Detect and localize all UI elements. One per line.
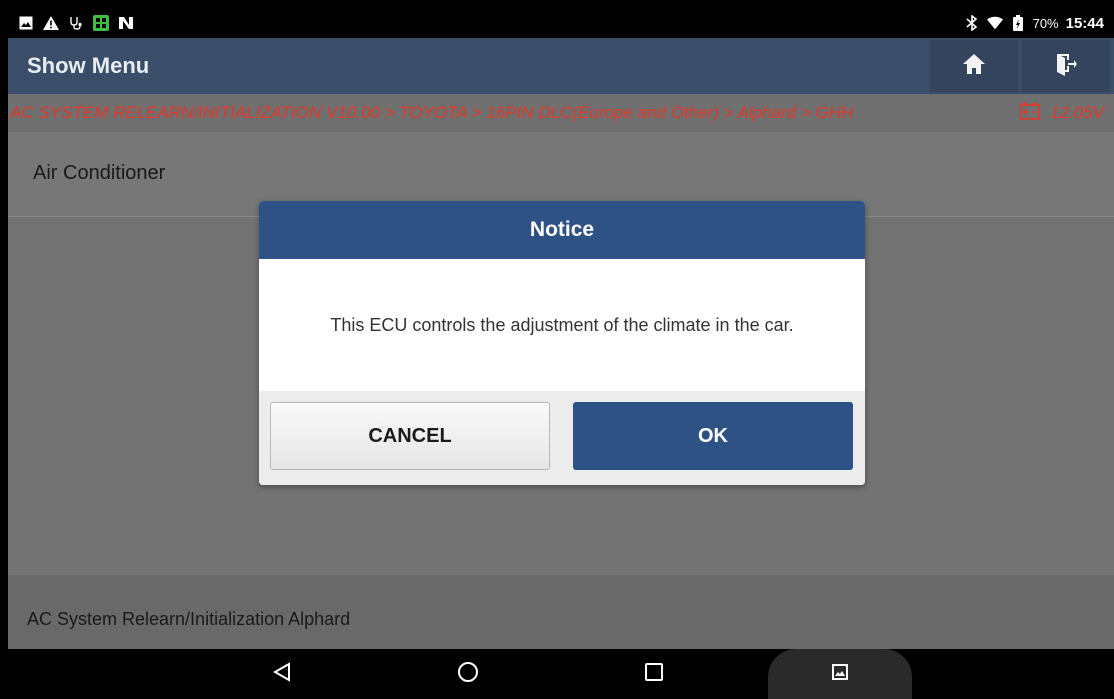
section-title: Air Conditioner bbox=[33, 162, 166, 184]
home-button[interactable] bbox=[930, 40, 1018, 92]
exit-button[interactable] bbox=[1022, 40, 1110, 92]
exit-icon bbox=[1055, 52, 1077, 81]
n-icon bbox=[118, 15, 134, 31]
dialog-message: This ECU controls the adjustment of the … bbox=[330, 314, 794, 335]
stethoscope-icon bbox=[68, 15, 84, 31]
android-nav-bar bbox=[8, 649, 1114, 699]
app-icon bbox=[93, 15, 109, 31]
circle-home-icon bbox=[457, 661, 479, 688]
battery-icon bbox=[1010, 15, 1026, 31]
footer-text: AC System Relearn/Initialization Alphard bbox=[27, 609, 351, 629]
home-icon bbox=[963, 53, 985, 79]
recents-button[interactable] bbox=[624, 649, 684, 699]
status-right-icons: 70% 15:44 bbox=[964, 15, 1114, 32]
status-left-icons bbox=[8, 15, 134, 31]
screenshot-button[interactable] bbox=[768, 649, 912, 699]
voltage-indicator: 12.05V bbox=[1020, 102, 1114, 125]
notice-dialog: Notice This ECU controls the adjustment … bbox=[259, 201, 865, 485]
warning-icon bbox=[43, 15, 59, 31]
home-nav-button[interactable] bbox=[438, 649, 498, 699]
battery-percent: 70% bbox=[1032, 15, 1059, 31]
square-recents-icon bbox=[645, 662, 663, 686]
car-battery-icon bbox=[1020, 102, 1040, 125]
gallery-icon bbox=[832, 663, 848, 685]
breadcrumb-path: AC SYSTEM RELEARN/INITIALIZATION V10.00 … bbox=[10, 103, 854, 122]
page-title: Show Menu bbox=[27, 53, 150, 78]
header: Show Menu bbox=[8, 38, 1114, 94]
dialog-footer: CANCEL OK bbox=[259, 391, 865, 485]
cancel-button[interactable]: CANCEL bbox=[270, 402, 550, 470]
clock: 15:44 bbox=[1065, 14, 1104, 32]
dialog-title: Notice bbox=[259, 201, 865, 259]
ok-button[interactable]: OK bbox=[573, 402, 853, 470]
app-frame: 70% 15:44 Show Menu AC SYSTEM RELEARN/IN… bbox=[8, 8, 1114, 699]
wifi-icon bbox=[986, 15, 1003, 31]
back-icon bbox=[272, 661, 291, 687]
voltage-value: 12.05V bbox=[1050, 103, 1104, 122]
footer-bar: AC System Relearn/Initialization Alphard bbox=[8, 575, 1114, 649]
bluetooth-icon bbox=[964, 15, 980, 31]
gallery-icon bbox=[18, 15, 34, 31]
back-button[interactable] bbox=[252, 649, 312, 699]
breadcrumb: AC SYSTEM RELEARN/INITIALIZATION V10.00 … bbox=[8, 94, 1114, 132]
status-bar: 70% 15:44 bbox=[8, 8, 1114, 38]
